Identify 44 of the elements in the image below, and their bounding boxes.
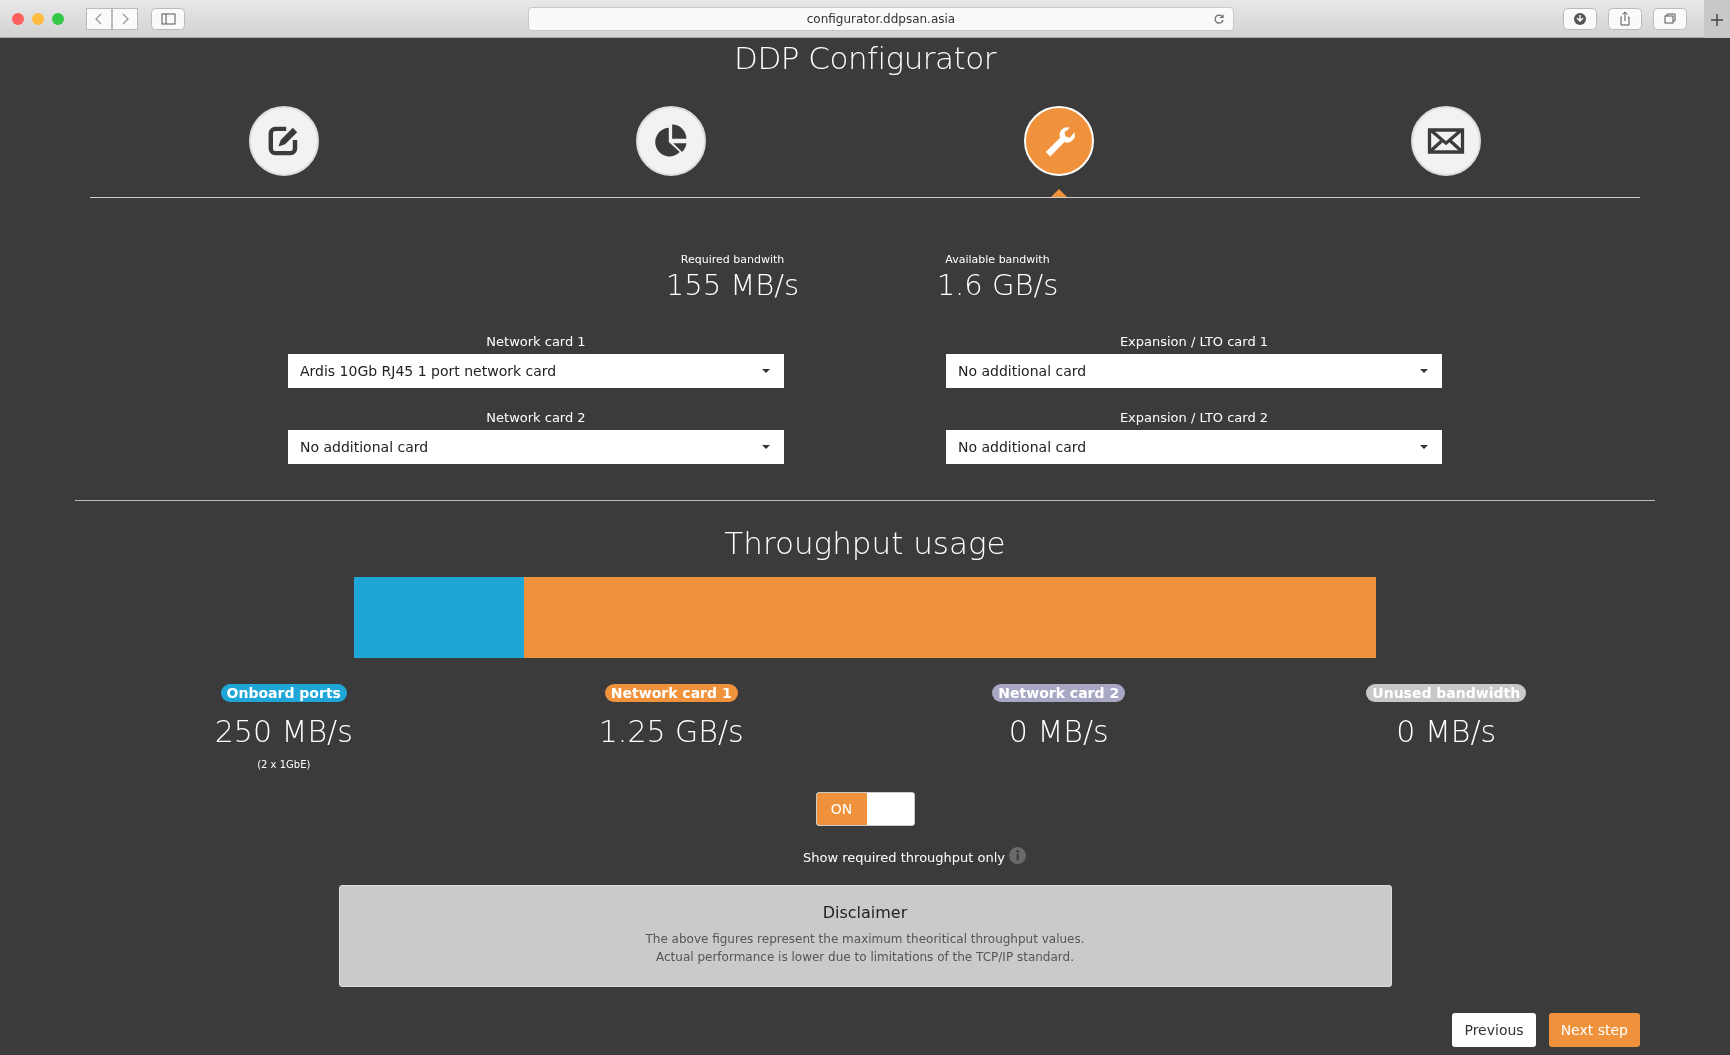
disclaimer-text: The above figures represent the maximum theoritical throughput values. (645, 931, 1085, 948)
share-icon[interactable] (1607, 7, 1643, 30)
card-dropdown[interactable]: No additional card (946, 354, 1442, 388)
minimize-icon[interactable] (32, 12, 44, 25)
throughput-value: 1.25 GB/s (598, 714, 744, 749)
throughput-value: 0 MB/s (1008, 714, 1109, 749)
bandwidth-value: 1.6 GB/s (936, 268, 1059, 302)
bandwidth-value: 155 MB/s (665, 268, 800, 302)
download-icon[interactable] (1562, 7, 1598, 30)
previous-button[interactable]: Previous (1452, 1013, 1536, 1047)
new-tab-icon[interactable] (1704, 0, 1730, 38)
page-title: DDP Configurator (734, 40, 996, 76)
legend-badge: Network card 1 (604, 684, 738, 702)
section-title: Throughput usage (724, 525, 1006, 561)
bandwidth-label: Required bandwith (680, 253, 785, 266)
tabs-icon[interactable] (1652, 7, 1688, 30)
card-dropdown[interactable]: No additional card (288, 430, 784, 464)
field-label: Network card 2 (486, 410, 586, 425)
reload-icon[interactable] (1213, 12, 1225, 25)
throughput-note: (2 x 1GbE) (257, 759, 311, 770)
caret-icon (762, 445, 770, 449)
field-label: Expansion / LTO card 2 (1119, 410, 1269, 425)
caret-icon (762, 369, 770, 373)
legend-badge: Onboard ports (220, 684, 347, 702)
card-dropdown[interactable]: Ardis 10Gb RJ45 1 port network card (288, 354, 784, 388)
throughput-value: 0 MB/s (1396, 714, 1497, 749)
throughput-value: 250 MB/s (214, 714, 353, 749)
forward-icon[interactable] (112, 7, 138, 30)
disclaimer-title: Disclaimer (822, 903, 908, 922)
info-icon[interactable] (1008, 846, 1028, 865)
field-label: Network card 1 (486, 334, 586, 349)
bandwidth-label: Available bandwith (945, 253, 1050, 266)
back-icon[interactable] (86, 7, 112, 30)
disclaimer-text: Actual performance is lower due to limitations of the TCP/IP standard. (656, 949, 1074, 966)
caret-icon (1420, 369, 1428, 373)
address-bar[interactable]: configurator.ddpsan.asia (528, 6, 1234, 31)
caret-icon (1420, 445, 1428, 449)
toggle-caption: Show required throughput only (802, 850, 1006, 865)
field-label: Expansion / LTO card 1 (1119, 334, 1269, 349)
maximize-icon[interactable] (52, 12, 64, 25)
legend-badge: Network card 2 (992, 684, 1126, 702)
close-icon[interactable] (12, 12, 24, 25)
card-dropdown[interactable]: No additional card (946, 430, 1442, 464)
sidebar-icon[interactable] (150, 7, 186, 30)
